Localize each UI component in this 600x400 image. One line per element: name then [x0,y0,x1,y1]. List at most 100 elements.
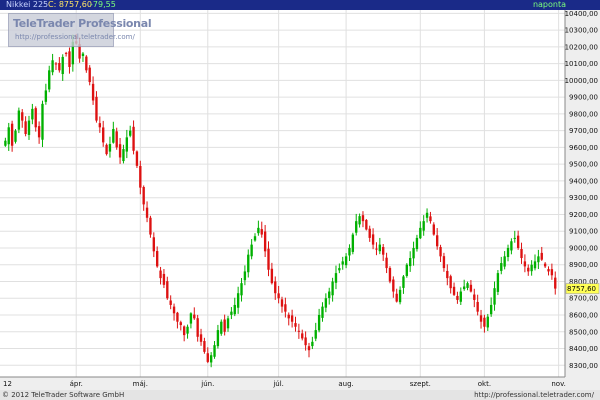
candle-body [169,300,172,305]
candle-body [260,229,263,235]
candle-body [209,355,213,363]
candle-body [27,120,31,135]
period-label[interactable]: naponta [533,0,566,10]
candle-body [203,341,206,352]
candle-body [301,333,304,339]
candle-body [365,220,368,230]
candle-body [388,268,392,282]
candle-body [91,83,95,101]
y-tick-label: 9600,00 [569,144,598,152]
y-tick-label: 9100,00 [569,228,598,236]
candle-body [182,326,186,336]
candlestick-chart: 8300,008400,008500,008600,008700,008800,… [0,10,600,390]
candle-body [250,244,253,257]
candle-body [236,293,240,308]
price-change: -79,55 [90,0,116,9]
y-tick-label: 8400,00 [569,345,598,353]
candle-body [226,318,230,329]
candle-body [112,128,115,143]
candle-body [81,53,85,56]
candle-body [24,121,27,135]
candle-body [338,268,341,271]
candle-body [449,276,452,289]
candle-body [341,261,344,265]
candle-body [297,330,301,332]
y-tick-label: 9400,00 [569,177,598,185]
candle-body [172,306,176,314]
candle-body [405,264,408,276]
candle-body [48,70,51,90]
footer-url[interactable]: http://professional.teletrader.com/ [474,390,594,400]
candle-body [496,273,500,292]
candle-body [409,258,412,267]
candle-body [64,52,68,54]
candle-body [34,108,37,128]
x-tick-label: okt. [478,380,491,388]
candle-body [554,277,557,289]
candle-body [223,319,226,332]
y-tick-label: 9200,00 [569,211,598,219]
copyright-text: © 2012 TeleTrader Software GmbH [2,391,125,399]
y-tick-label: 10300,00 [565,27,598,35]
candle-body [432,224,435,235]
candle-body [506,247,510,258]
candle-body [304,337,307,346]
watermark-title: TeleTrader Professional [13,17,152,30]
plot-area [0,10,565,377]
candle-body [247,254,250,273]
y-tick-label: 8700,00 [569,295,598,303]
candle-body [547,269,550,272]
candle-body [233,304,236,315]
candle-body [44,90,48,102]
candle-body [159,270,162,279]
candle-body [220,321,223,334]
chart-header: Nikkei 225 C: 8757,60 -79,55 naponta [0,0,600,10]
candle-body [324,298,328,308]
candle-body [358,216,361,225]
candle-body [307,346,311,351]
x-tick-label: aug. [338,380,353,388]
candle-body [392,279,395,292]
x-tick-label: 12 [3,380,12,388]
candle-body [14,130,17,142]
candle-body [290,315,294,322]
candle-body [446,270,449,279]
candle-body [456,295,459,300]
y-tick-label: 8500,00 [569,328,598,336]
candle-body [473,294,476,300]
x-tick-label: ápr. [70,380,83,388]
y-tick-label: 9800,00 [569,110,598,118]
candle-body [156,251,159,267]
candle-body [540,252,543,260]
candle-body [263,231,267,252]
candle-body [479,315,483,322]
candle-body [199,334,203,342]
candle-body [483,317,486,327]
candle-body [520,248,523,259]
candle-body [139,165,142,188]
candle-body [284,304,287,312]
y-tick-label: 9000,00 [569,244,598,252]
candle-body [240,283,243,296]
candle-body [412,247,415,259]
candle-body [189,313,193,324]
candle-body [206,353,209,362]
candle-body [516,235,520,248]
candle-body [452,286,456,295]
y-tick-label: 9900,00 [569,94,598,102]
candle-body [419,227,422,239]
candle-body [216,330,220,347]
candle-body [415,237,419,250]
candle-body [355,221,358,233]
candle-body [17,110,21,130]
y-tick-label: 10100,00 [565,60,598,68]
candle-body [88,67,91,83]
candle-body [382,247,385,255]
candle-body [108,144,112,152]
y-tick-label: 9500,00 [569,161,598,169]
candle-body [4,140,7,146]
candle-body [378,244,382,252]
candle-body [115,131,118,148]
candle-body [135,151,139,166]
x-tick-label: szept. [410,380,431,388]
